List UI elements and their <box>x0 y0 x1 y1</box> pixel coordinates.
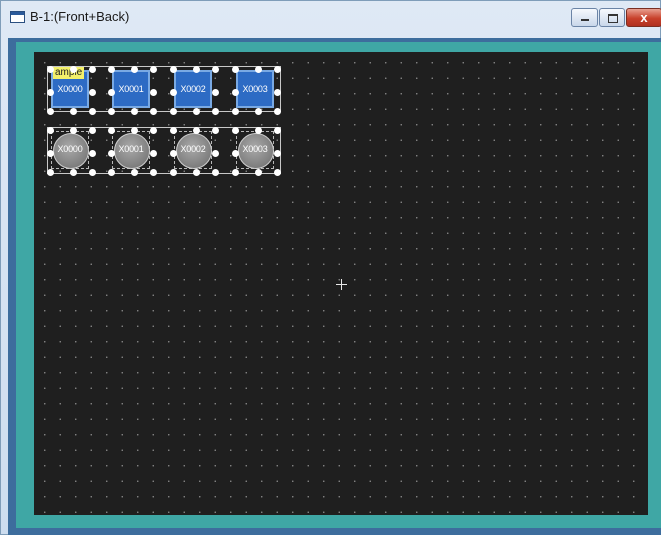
resize-handle[interactable] <box>192 107 200 115</box>
resize-handle[interactable] <box>46 126 54 134</box>
resize-handle[interactable] <box>69 168 77 176</box>
resize-handle[interactable] <box>192 168 200 176</box>
resize-handle[interactable] <box>107 107 115 115</box>
resize-handle[interactable] <box>130 65 138 73</box>
resize-handle[interactable] <box>130 107 138 115</box>
object-label: X0001 <box>118 84 144 94</box>
title-bar[interactable]: B-1:(Front+Back) x <box>1 1 661 35</box>
resize-handle[interactable] <box>273 168 281 176</box>
round-lamp-x0002[interactable]: X0002 <box>174 131 212 169</box>
crosshair-cursor-icon <box>336 279 347 290</box>
resize-handle[interactable] <box>192 65 200 73</box>
resize-handle[interactable] <box>88 107 96 115</box>
resize-handle[interactable] <box>254 126 262 134</box>
resize-handle[interactable] <box>169 126 177 134</box>
resize-handle[interactable] <box>88 88 96 96</box>
square-switch-x0003[interactable]: X0003 <box>236 70 274 108</box>
resize-handle[interactable] <box>211 149 219 157</box>
resize-handle[interactable] <box>169 88 177 96</box>
resize-handle[interactable] <box>273 88 281 96</box>
resize-handle[interactable] <box>169 149 177 157</box>
object-label: X0000 <box>57 144 83 154</box>
resize-handle[interactable] <box>231 88 239 96</box>
resize-handle[interactable] <box>169 65 177 73</box>
resize-handle[interactable] <box>107 168 115 176</box>
resize-handle[interactable] <box>211 65 219 73</box>
resize-handle[interactable] <box>88 168 96 176</box>
resize-handle[interactable] <box>46 107 54 115</box>
resize-handle[interactable] <box>273 107 281 115</box>
resize-handle[interactable] <box>149 65 157 73</box>
resize-handle[interactable] <box>69 126 77 134</box>
resize-handle[interactable] <box>69 107 77 115</box>
resize-handle[interactable] <box>149 88 157 96</box>
round-lamp-x0003[interactable]: X0003 <box>236 131 274 169</box>
window-title: B-1:(Front+Back) <box>30 9 130 24</box>
resize-handle[interactable] <box>69 65 77 73</box>
resize-handle[interactable] <box>130 126 138 134</box>
resize-handle[interactable] <box>231 126 239 134</box>
resize-handle[interactable] <box>46 88 54 96</box>
resize-handle[interactable] <box>107 126 115 134</box>
resize-handle[interactable] <box>88 126 96 134</box>
resize-handle[interactable] <box>149 149 157 157</box>
resize-handle[interactable] <box>273 126 281 134</box>
resize-handle[interactable] <box>46 149 54 157</box>
square-switch-x0001[interactable]: X0001 <box>112 70 150 108</box>
resize-handle[interactable] <box>231 107 239 115</box>
resize-handle[interactable] <box>46 168 54 176</box>
object-label: X0001 <box>118 144 144 154</box>
resize-handle[interactable] <box>107 88 115 96</box>
resize-handle[interactable] <box>273 149 281 157</box>
resize-handle[interactable] <box>88 149 96 157</box>
window-icon <box>10 11 25 23</box>
resize-handle[interactable] <box>88 65 96 73</box>
sample-tag: ample <box>53 67 85 79</box>
resize-handle[interactable] <box>107 149 115 157</box>
object-label: X0002 <box>180 84 206 94</box>
resize-handle[interactable] <box>169 168 177 176</box>
resize-handle[interactable] <box>107 65 115 73</box>
resize-handle[interactable] <box>149 126 157 134</box>
resize-handle[interactable] <box>273 65 281 73</box>
object-label: X0002 <box>180 144 206 154</box>
resize-handle[interactable] <box>211 107 219 115</box>
object-label: X0000 <box>57 84 83 94</box>
resize-handle[interactable] <box>254 168 262 176</box>
round-lamp-x0001[interactable]: X0001 <box>112 131 150 169</box>
resize-handle[interactable] <box>211 126 219 134</box>
resize-handle[interactable] <box>254 65 262 73</box>
resize-handle[interactable] <box>231 168 239 176</box>
square-switch-x0002[interactable]: X0002 <box>174 70 212 108</box>
resize-handle[interactable] <box>192 126 200 134</box>
round-lamp-x0000[interactable]: X0000 <box>51 131 89 169</box>
resize-handle[interactable] <box>211 88 219 96</box>
resize-handle[interactable] <box>149 107 157 115</box>
close-button[interactable]: x <box>626 8 661 27</box>
minimize-button[interactable] <box>571 8 598 27</box>
resize-handle[interactable] <box>169 107 177 115</box>
resize-handle[interactable] <box>149 168 157 176</box>
resize-handle[interactable] <box>231 149 239 157</box>
maximize-button[interactable] <box>599 8 625 27</box>
close-icon: x <box>640 10 648 25</box>
object-label: X0003 <box>242 144 268 154</box>
resize-handle[interactable] <box>231 65 239 73</box>
resize-handle[interactable] <box>130 168 138 176</box>
object-label: X0003 <box>242 84 268 94</box>
resize-handle[interactable] <box>254 107 262 115</box>
resize-handle[interactable] <box>211 168 219 176</box>
resize-handle[interactable] <box>46 65 54 73</box>
